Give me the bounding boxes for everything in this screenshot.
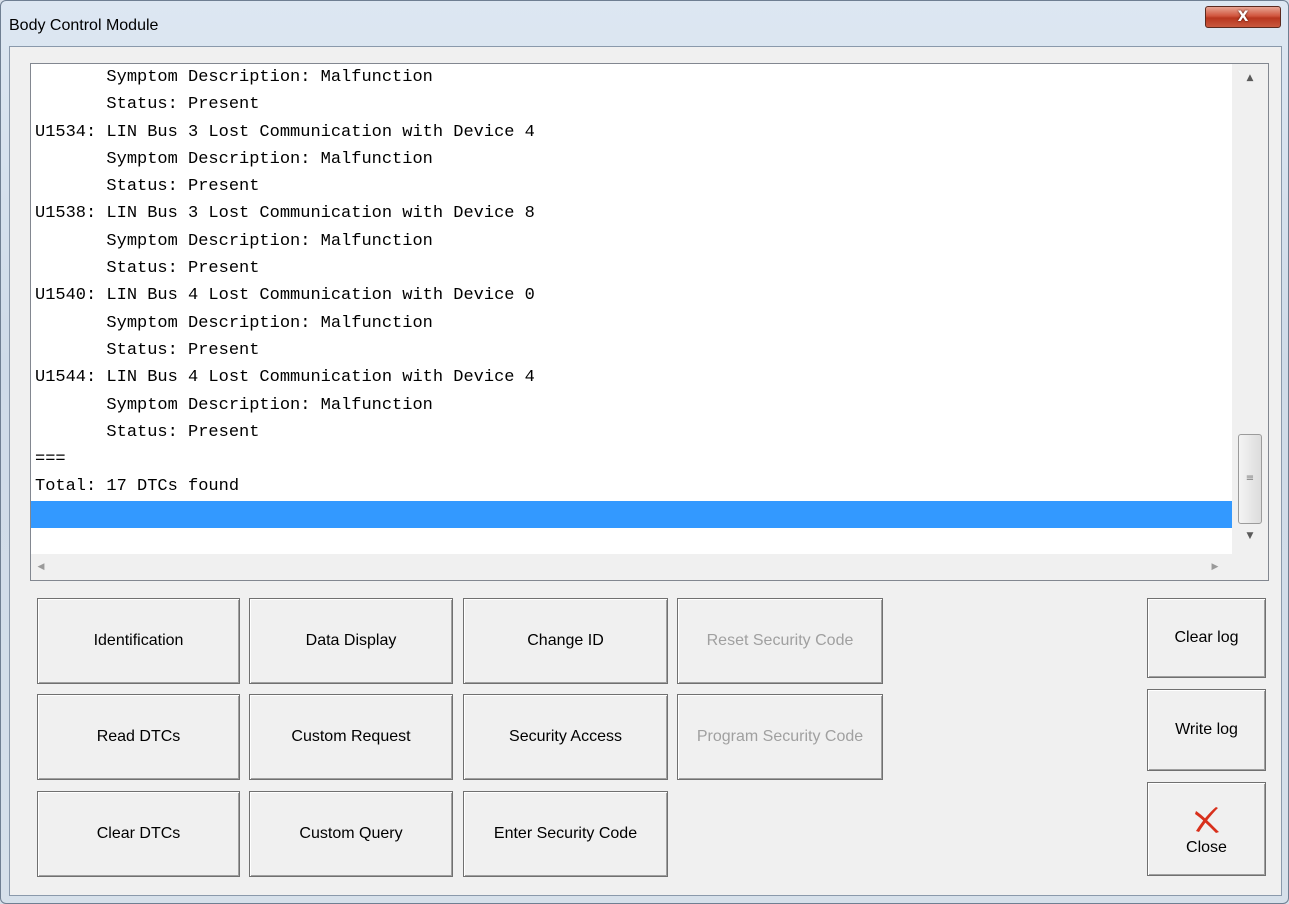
log-line: Status: Present [35, 95, 260, 115]
clear-dtcs-button[interactable]: Clear DTCs [37, 791, 240, 877]
enter-security-code-button[interactable]: Enter Security Code [463, 791, 668, 877]
log-line: U1540: LIN Bus 4 Lost Communication with… [35, 286, 535, 306]
custom-query-button[interactable]: Custom Query [249, 791, 453, 877]
custom-request-button[interactable]: Custom Request [249, 694, 453, 780]
scroll-down-arrow-icon[interactable]: ▼ [1232, 526, 1268, 546]
vertical-scrollbar[interactable]: ▲ ≡ ▼ [1232, 64, 1268, 554]
scroll-right-arrow-icon[interactable]: ▶ [1205, 554, 1225, 580]
close-x-icon [1194, 807, 1219, 833]
data-display-button[interactable]: Data Display [249, 598, 453, 684]
close-button[interactable]: Close [1147, 782, 1266, 876]
log-line [31, 500, 1232, 529]
window-close-button[interactable]: X [1205, 6, 1281, 28]
log-textbox[interactable]: Symptom Description: Malfunction Status:… [30, 63, 1269, 581]
log-line: Status: Present [35, 177, 260, 197]
log-line: Symptom Description: Malfunction [35, 149, 433, 169]
log-line: Status: Present [35, 422, 260, 442]
log-line: Symptom Description: Malfunction [35, 313, 433, 333]
log-line: U1538: LIN Bus 3 Lost Communication with… [35, 204, 535, 224]
read-dtcs-button[interactable]: Read DTCs [37, 694, 240, 780]
scroll-left-arrow-icon[interactable]: ◀ [31, 554, 51, 580]
log-content[interactable]: Symptom Description: Malfunction Status:… [31, 64, 1232, 554]
identification-button[interactable]: Identification [37, 598, 240, 684]
change-id-button[interactable]: Change ID [463, 598, 668, 684]
reset-security-code-button[interactable]: Reset Security Code [677, 598, 883, 684]
log-line: U1544: LIN Bus 4 Lost Communication with… [35, 368, 535, 388]
log-line: Symptom Description: Malfunction [35, 231, 433, 251]
write-log-button[interactable]: Write log [1147, 689, 1266, 771]
close-button-label: Close [1186, 839, 1227, 856]
log-line: === [35, 450, 66, 470]
scroll-thumb[interactable]: ≡ [1238, 434, 1262, 524]
security-access-button[interactable]: Security Access [463, 694, 668, 780]
window-title: Body Control Module [9, 17, 159, 34]
log-line: Status: Present [35, 259, 260, 279]
horizontal-scrollbar[interactable]: ◀ ▶ [31, 554, 1232, 580]
clear-log-button[interactable]: Clear log [1147, 598, 1266, 678]
scroll-corner [1232, 554, 1268, 580]
log-line: Status: Present [35, 340, 260, 360]
log-line: U1534: LIN Bus 3 Lost Communication with… [35, 122, 535, 142]
log-line: Symptom Description: Malfunction [35, 395, 433, 415]
log-line: Total: 17 DTCs found [35, 477, 240, 497]
scroll-up-arrow-icon[interactable]: ▲ [1232, 68, 1268, 88]
program-security-code-button[interactable]: Program Security Code [677, 694, 883, 780]
app-window: Body Control Module X Symptom Descriptio… [0, 0, 1289, 904]
log-line: Symptom Description: Malfunction [35, 68, 433, 87]
